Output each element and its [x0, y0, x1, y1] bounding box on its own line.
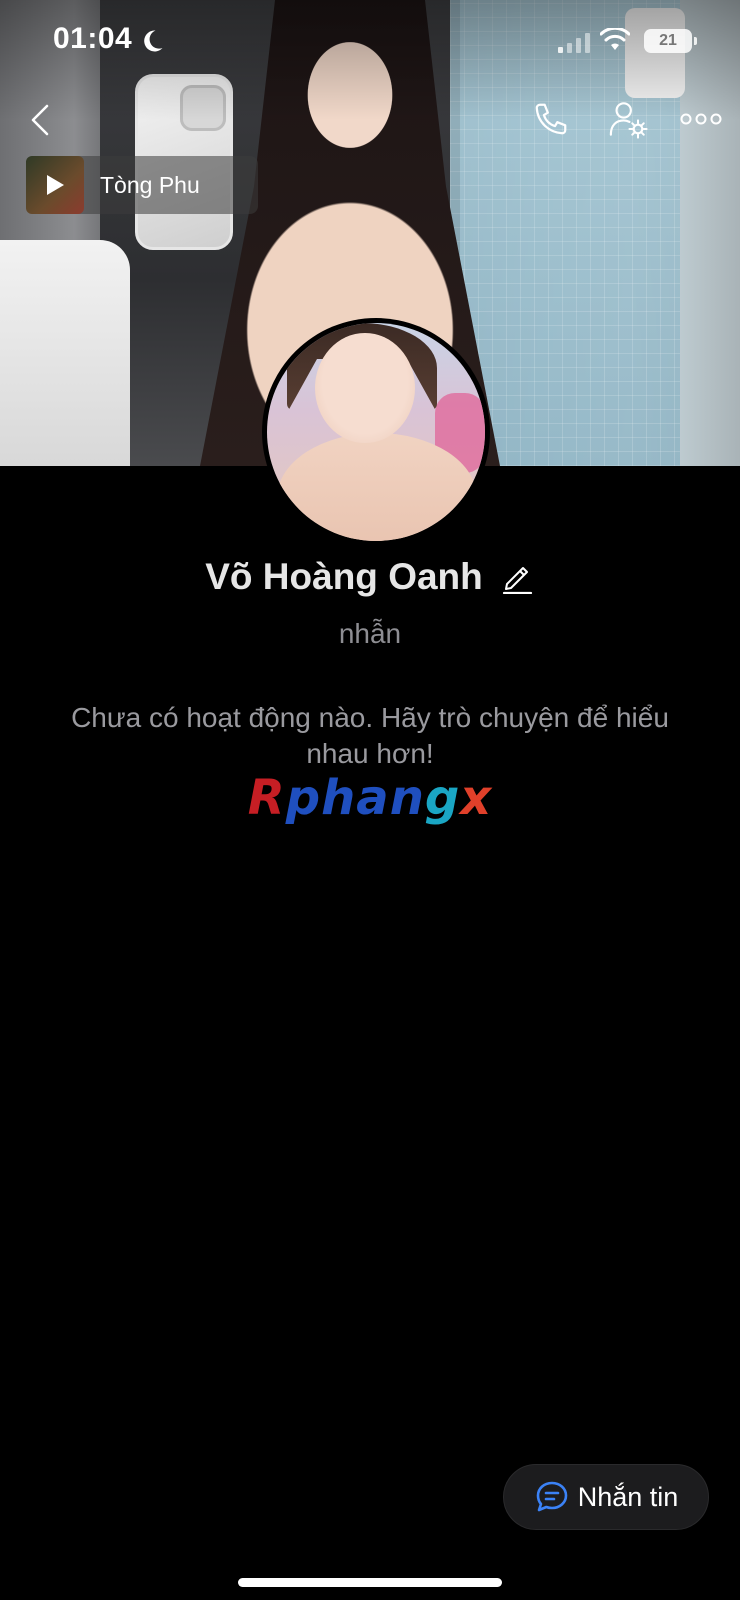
battery-icon: 21: [644, 29, 697, 53]
watermark-part: g: [424, 770, 461, 826]
watermark-part: phan: [285, 770, 425, 826]
watermark-part: R: [247, 770, 286, 826]
play-icon: [47, 175, 64, 195]
home-indicator[interactable]: [238, 1578, 502, 1587]
cover-sink: [0, 240, 130, 466]
chevron-left-icon: [31, 104, 49, 136]
status-time: 01:04: [53, 22, 133, 55]
chat-bubble-icon: [536, 1481, 568, 1512]
user-gear-icon: [609, 102, 648, 139]
more-button[interactable]: [676, 100, 726, 138]
moon-icon: [144, 30, 163, 52]
profile-music-chip[interactable]: Tòng Phu: [26, 156, 258, 214]
profile-bio: nhẫn: [338, 618, 402, 649]
pencil-icon: [502, 567, 532, 594]
phone-icon: [535, 103, 567, 135]
empty-activity-message: Chưa có hoạt động nào. Hãy trò chuyện để…: [71, 702, 669, 769]
call-button[interactable]: [528, 96, 574, 142]
profile-name: Võ Hoàng Oanh: [205, 556, 483, 597]
signal-icon: [558, 33, 590, 53]
music-thumbnail: [26, 156, 84, 214]
watermark-logo: Rphangx: [0, 770, 740, 826]
avatar-photo: [267, 323, 485, 541]
profile-name-row: Võ Hoàng Oanh: [0, 552, 740, 602]
edit-name-button[interactable]: [501, 559, 535, 595]
status-bar: 01:04 21: [0, 0, 740, 84]
back-button[interactable]: [22, 98, 58, 142]
music-title: Tòng Phu: [100, 171, 200, 198]
wifi-icon: [600, 28, 630, 50]
avatar[interactable]: [262, 318, 490, 546]
watermark-part: x: [460, 770, 493, 826]
message-button[interactable]: Nhắn tin: [503, 1464, 709, 1530]
profile-settings-button[interactable]: [605, 96, 651, 142]
more-horizontal-icon: [680, 113, 722, 125]
message-button-label: Nhắn tin: [577, 1481, 679, 1512]
avatar-face: [315, 333, 415, 443]
